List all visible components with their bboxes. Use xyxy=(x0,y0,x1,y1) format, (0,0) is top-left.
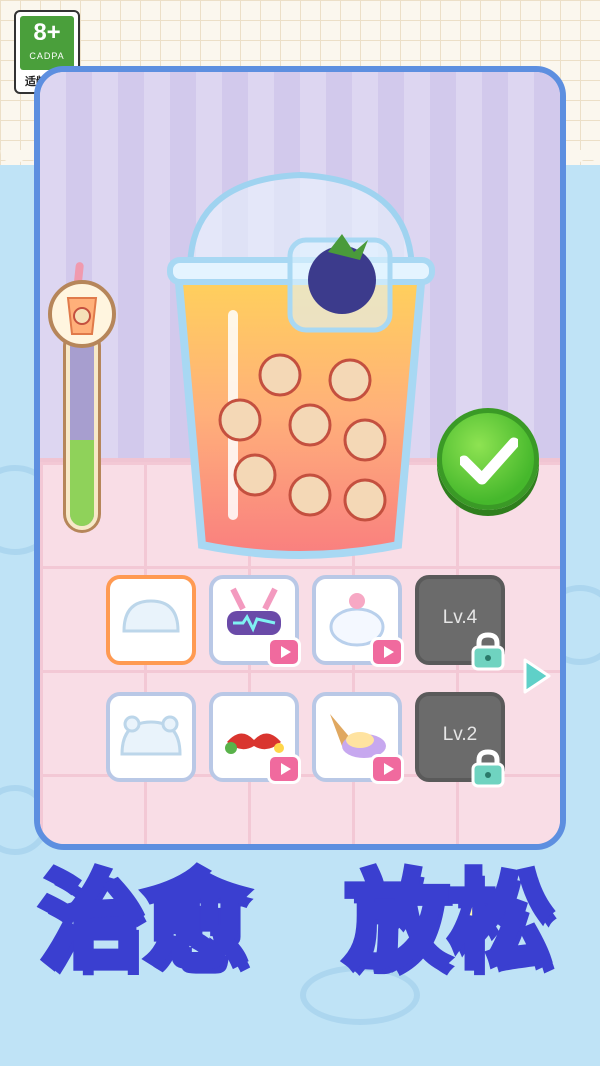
video-ad-icon[interactable] xyxy=(370,754,404,784)
mini-cup-icon xyxy=(48,280,116,348)
slot-locked-lv2[interactable]: Lv.2 xyxy=(415,692,505,788)
drink-cup-icon[interactable] xyxy=(150,160,450,570)
slot-bear-pudding[interactable] xyxy=(106,692,196,782)
confirm-check-button[interactable] xyxy=(437,408,539,510)
title-part-2: 放松 xyxy=(341,857,556,986)
checkmark-icon xyxy=(460,437,518,485)
lock-level-label: Lv.4 xyxy=(442,607,478,628)
age-rating-box: 8+ CADPA xyxy=(20,16,74,70)
title-part-1: 治愈 xyxy=(36,857,251,986)
slot-cat-cream[interactable] xyxy=(312,575,404,667)
progress-meter xyxy=(66,330,98,530)
title-banner: 治愈 放松 xyxy=(0,826,600,986)
video-ad-icon[interactable] xyxy=(267,754,301,784)
lock-icon xyxy=(471,632,505,671)
next-arrow-icon[interactable] xyxy=(521,656,553,696)
age-rating-org: CADPA xyxy=(29,51,65,61)
progress-fill xyxy=(70,439,94,526)
slot-ice-cream-cone[interactable] xyxy=(312,692,404,784)
slot-pudding[interactable] xyxy=(106,575,196,665)
slot-locked-lv4[interactable]: Lv.4 xyxy=(415,575,505,671)
age-rating-number: 8+ xyxy=(33,19,61,46)
video-ad-icon[interactable] xyxy=(267,637,301,667)
video-ad-icon[interactable] xyxy=(370,637,404,667)
slot-strawberry-bow[interactable] xyxy=(209,692,301,784)
pudding-icon xyxy=(122,599,180,633)
lock-icon xyxy=(471,749,505,788)
slot-bunny-headset[interactable] xyxy=(209,575,301,667)
lock-level-label: Lv.2 xyxy=(442,724,478,745)
bear-pudding-icon xyxy=(120,715,182,756)
